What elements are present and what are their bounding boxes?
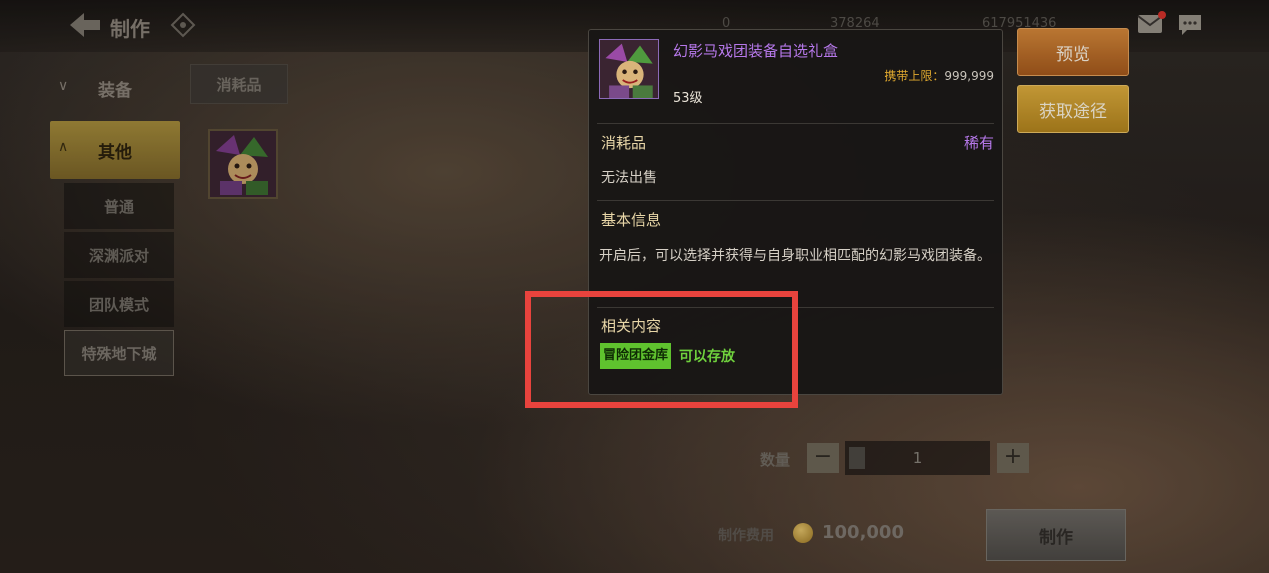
subcategory-raid-mode[interactable]: 团队模式 [64, 281, 174, 327]
carry-limit-label: 携带上限： [884, 69, 945, 83]
category-equipment-label: 装备 [98, 81, 132, 101]
quantity-value: 1 [912, 449, 923, 467]
category-other[interactable]: ∧ 其他 [50, 121, 180, 179]
carry-limit-value: 999,999 [944, 69, 994, 83]
jester-gift-box-icon [600, 40, 658, 98]
subcategory-normal[interactable]: 普通 [64, 183, 174, 229]
quantity-label: 数量 [760, 451, 791, 469]
tooltip-sell-status: 无法出售 [601, 170, 657, 186]
tab-consumable[interactable]: 消耗品 [190, 64, 288, 104]
gold-coin-icon [793, 523, 813, 543]
tooltip-item-rarity: 稀有 [963, 134, 994, 152]
get-source-button[interactable]: 获取途径 [1017, 85, 1129, 133]
divider [597, 200, 994, 201]
chevron-up-icon: ∧ [58, 139, 69, 155]
divider [597, 123, 994, 124]
info-diamond-icon[interactable] [170, 12, 196, 38]
preview-button[interactable]: 预览 [1017, 28, 1129, 76]
chat-icon[interactable] [1177, 13, 1203, 37]
cost-label: 制作费用 [718, 528, 774, 544]
tooltip-carry-limit: 携带上限：999,999 [884, 67, 994, 84]
item-slot[interactable] [208, 129, 278, 199]
jester-gift-box-icon [210, 131, 276, 197]
tooltip-item-icon [599, 39, 659, 99]
quantity-input[interactable]: 1 [845, 441, 990, 475]
tooltip-item-name: 幻影马戏团装备自选礼盒 [673, 42, 839, 60]
category-other-label: 其他 [98, 143, 132, 163]
tooltip-basic-info-header: 基本信息 [601, 211, 662, 229]
back-arrow-icon[interactable] [68, 10, 102, 40]
quantity-increase-button[interactable]: + [997, 443, 1029, 473]
subcategory-special-dungeon[interactable]: 特殊地下城 [64, 330, 174, 376]
craft-button[interactable]: 制作 [986, 509, 1126, 561]
cost-value: 100,000 [822, 522, 904, 543]
subcategory-abyss-party[interactable]: 深渊派对 [64, 232, 174, 278]
highlight-box [525, 291, 798, 408]
tooltip-item-type: 消耗品 [601, 134, 647, 152]
page-title: 制作 [110, 17, 150, 41]
category-equipment[interactable]: ∨ 装备 [50, 66, 180, 106]
tooltip-item-level: 53级 [673, 91, 703, 106]
notification-dot [1158, 11, 1166, 19]
subcategory-list: 普通 深渊派对 团队模式 特殊地下城 [64, 183, 174, 379]
chevron-down-icon: ∨ [58, 78, 69, 94]
tooltip-description: 开启后，可以选择并获得与自身职业相匹配的幻影马戏团装备。 [599, 248, 991, 264]
quantity-decrease-button[interactable]: − [807, 443, 839, 473]
